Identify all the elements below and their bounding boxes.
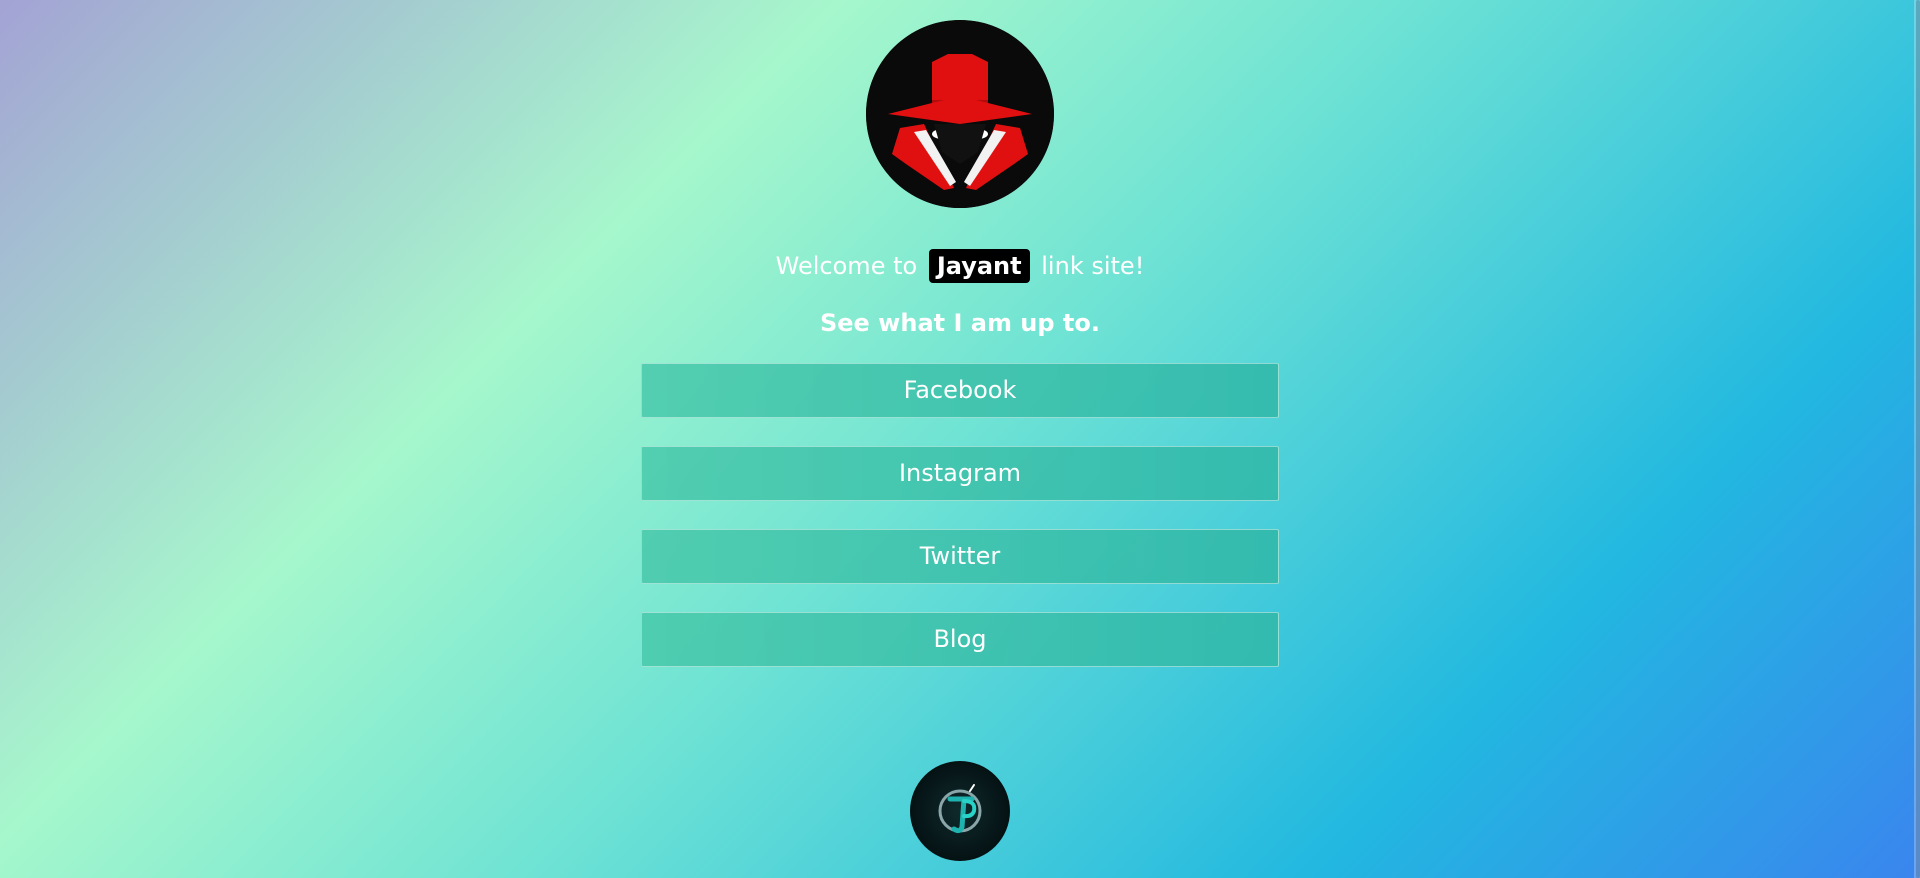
scrollbar[interactable] (1914, 0, 1920, 878)
page: Welcome to Jayant link site! See what I … (0, 0, 1920, 878)
link-list: Facebook Instagram Twitter Blog (641, 363, 1279, 695)
welcome-suffix: link site! (1041, 252, 1145, 280)
blog-link-button[interactable]: Blog (641, 612, 1279, 667)
footer-logo[interactable] (910, 761, 1010, 861)
name-badge: Jayant (928, 249, 1030, 283)
avatar (866, 20, 1054, 208)
subtitle: See what I am up to. (819, 309, 1101, 337)
twitter-link-button[interactable]: Twitter (641, 529, 1279, 584)
scrollbar-thumb[interactable] (1916, 0, 1920, 878)
welcome-text: Welcome to Jayant link site! (0, 248, 1920, 284)
welcome-prefix: Welcome to (775, 252, 918, 280)
facebook-link-button[interactable]: Facebook (641, 363, 1279, 418)
spy-hat-icon (866, 20, 1054, 208)
instagram-link-button[interactable]: Instagram (641, 446, 1279, 501)
jp-monogram-icon (938, 784, 982, 834)
